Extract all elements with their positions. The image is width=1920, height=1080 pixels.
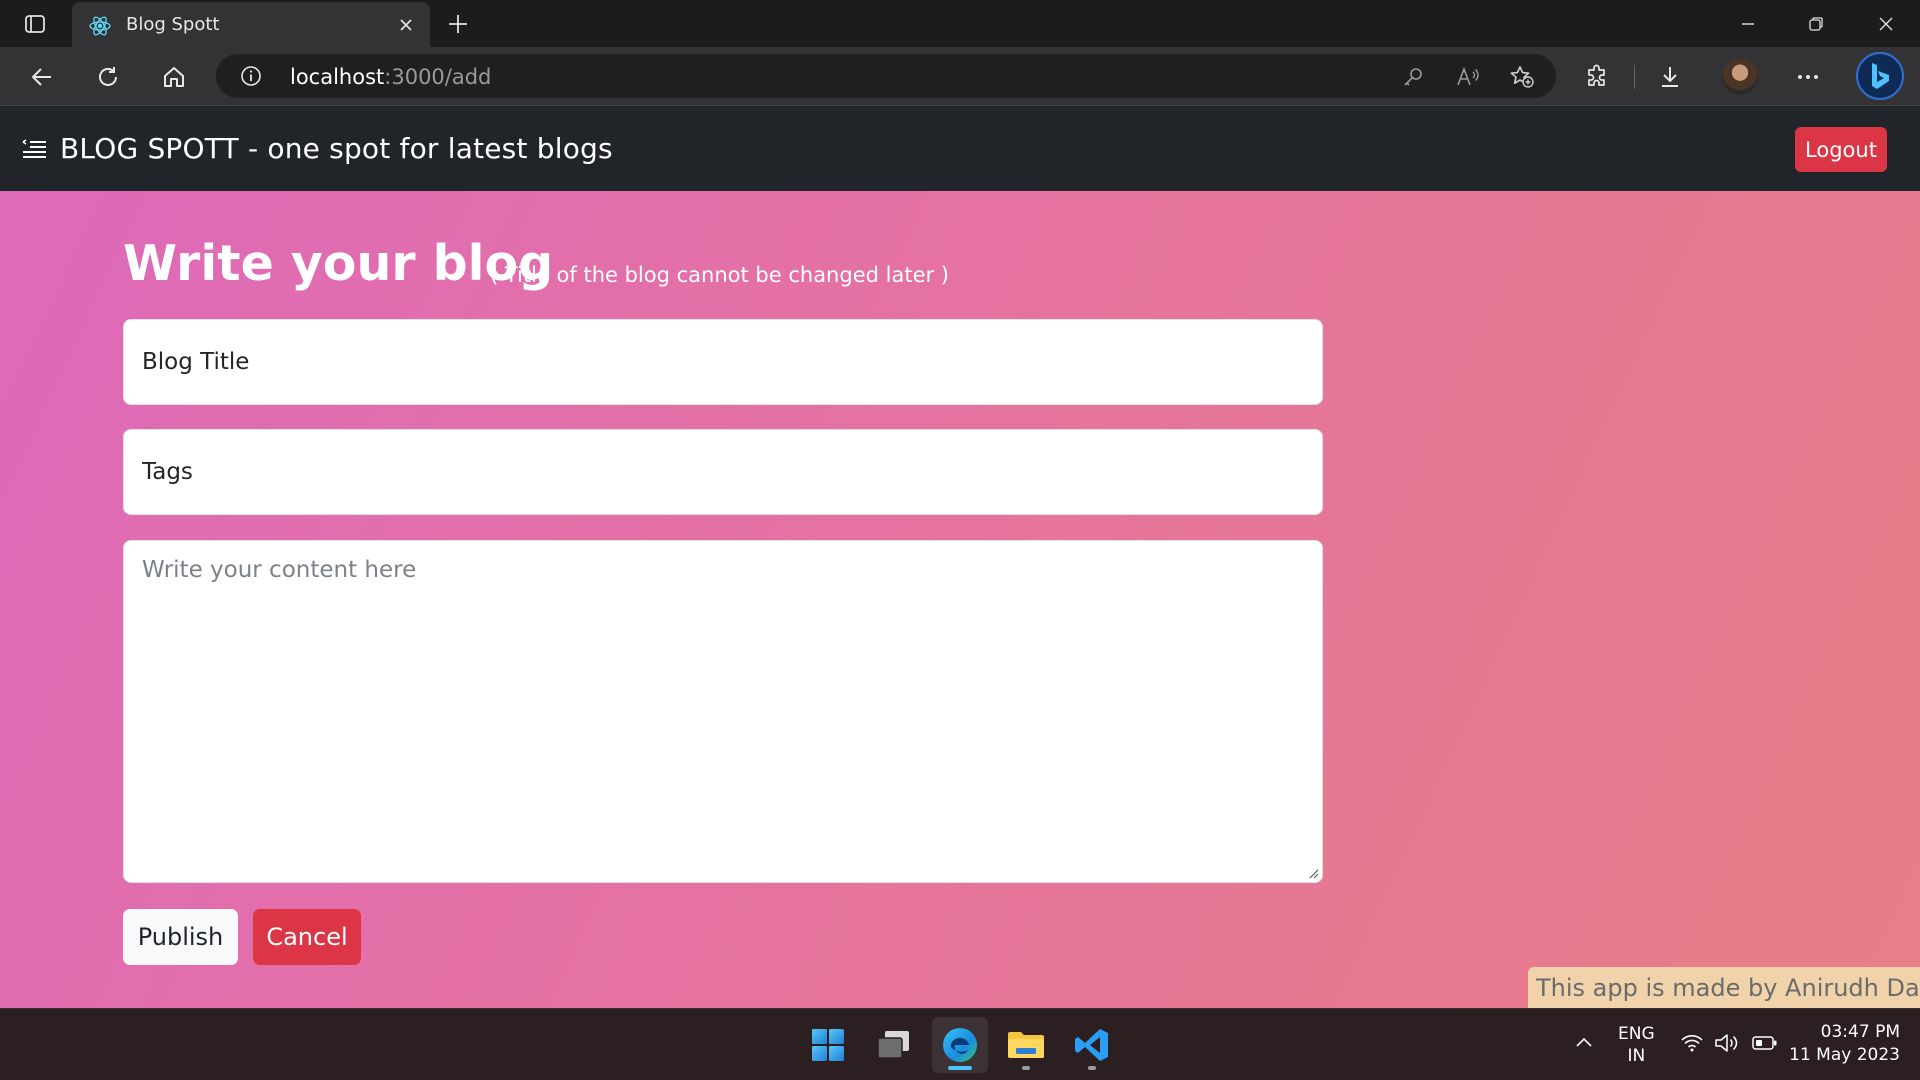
brand-title[interactable]: BLOG SPOTT - one spot for latest blogs <box>60 132 613 165</box>
url-host: localhost <box>290 65 385 89</box>
language-indicator[interactable]: ENG IN <box>1618 1023 1655 1067</box>
browser-toolbar: localhost:3000/add <box>0 47 1920 106</box>
cancel-button[interactable]: Cancel <box>253 909 361 965</box>
new-tab-button[interactable] <box>442 8 474 40</box>
tab-title: Blog Spott <box>126 14 220 35</box>
home-button[interactable] <box>154 57 194 97</box>
close-icon <box>1879 17 1893 30</box>
settings-menu-button[interactable] <box>1788 57 1828 97</box>
toolbar-divider <box>1634 65 1635 89</box>
add-favorite-icon[interactable] <box>1508 63 1536 91</box>
restore-button[interactable] <box>1782 0 1850 47</box>
heading-note: ( Title of the blog cannot be changed la… <box>490 263 949 287</box>
minimize-button[interactable] <box>1714 0 1782 47</box>
profile-avatar[interactable] <box>1722 59 1758 95</box>
vscode-icon <box>1075 1029 1108 1061</box>
extensions-icon <box>1588 64 1605 86</box>
refresh-button[interactable] <box>88 57 128 97</box>
minimize-icon <box>1742 22 1754 25</box>
tab-actions-button[interactable] <box>14 8 56 40</box>
chevron-up-icon[interactable] <box>1574 1035 1594 1049</box>
active-app-indicator <box>948 1066 972 1070</box>
password-key-icon[interactable] <box>1399 63 1427 91</box>
wifi-icon[interactable] <box>1680 1033 1704 1053</box>
url-path: :3000/add <box>384 65 492 89</box>
home-icon <box>164 67 184 87</box>
blog-title-input[interactable] <box>123 319 1323 405</box>
taskbar-edge[interactable] <box>932 1017 988 1073</box>
tab-actions-icon <box>25 15 45 33</box>
menu-icon[interactable] <box>20 137 48 161</box>
app-navbar: BLOG SPOTT - one spot for latest blogs L… <box>0 107 1920 191</box>
publish-button[interactable]: Publish <box>123 909 238 965</box>
clock-time: 03:47 PM <box>1820 1022 1900 1042</box>
browser-tab[interactable]: Blog Spott <box>72 2 430 47</box>
url-text[interactable]: localhost:3000/add <box>290 65 491 89</box>
download-icon <box>1662 67 1678 87</box>
refresh-icon <box>99 67 117 86</box>
page-heading: Write your blog <box>123 235 554 292</box>
os-taskbar: ENG IN 03:47 PM 11 May 2023 <box>0 1008 1920 1080</box>
plus-icon <box>449 15 467 33</box>
address-bar[interactable]: localhost:3000/add <box>216 54 1556 98</box>
back-arrow-icon <box>31 68 51 86</box>
back-button[interactable] <box>22 57 62 97</box>
resize-grip-icon[interactable] <box>1307 867 1319 879</box>
site-info-icon[interactable] <box>240 65 262 87</box>
folder-icon <box>1008 1032 1044 1058</box>
clock-date: 11 May 2023 <box>1789 1045 1900 1065</box>
tags-input[interactable] <box>123 429 1323 515</box>
content-textarea[interactable] <box>123 540 1323 883</box>
start-button[interactable] <box>800 1017 856 1073</box>
footer-credit: This app is made by Anirudh Dabral <box>1528 967 1920 1008</box>
downloads-button[interactable] <box>1650 57 1690 97</box>
edge-icon <box>943 1028 977 1062</box>
browser-tab-bar: Blog Spott <box>0 0 1920 47</box>
task-view-icon <box>877 1031 909 1059</box>
more-dots-icon <box>1798 75 1818 79</box>
language-code: ENG <box>1618 1024 1655 1044</box>
running-app-indicator <box>1088 1066 1096 1070</box>
close-window-button[interactable] <box>1852 0 1920 47</box>
windows-start-icon <box>812 1029 844 1061</box>
bing-icon <box>1872 63 1889 89</box>
taskbar-vscode[interactable] <box>1064 1017 1120 1073</box>
react-favicon-icon <box>89 16 111 36</box>
taskbar-file-explorer[interactable] <box>998 1017 1054 1073</box>
running-app-indicator <box>1022 1066 1030 1070</box>
logout-button[interactable]: Logout <box>1795 127 1887 172</box>
battery-icon[interactable] <box>1752 1035 1778 1051</box>
read-aloud-icon[interactable] <box>1454 63 1482 91</box>
volume-icon[interactable] <box>1714 1033 1740 1053</box>
bing-copilot-button[interactable] <box>1856 52 1904 100</box>
task-view-button[interactable] <box>866 1017 922 1073</box>
region-code: IN <box>1627 1046 1646 1066</box>
extensions-button[interactable] <box>1578 57 1618 97</box>
restore-icon <box>1809 16 1823 31</box>
system-clock[interactable]: 03:47 PM 11 May 2023 <box>1788 1021 1900 1067</box>
tab-close-icon[interactable] <box>394 13 418 37</box>
page-content: BLOG SPOTT - one spot for latest blogs L… <box>0 107 1920 1008</box>
